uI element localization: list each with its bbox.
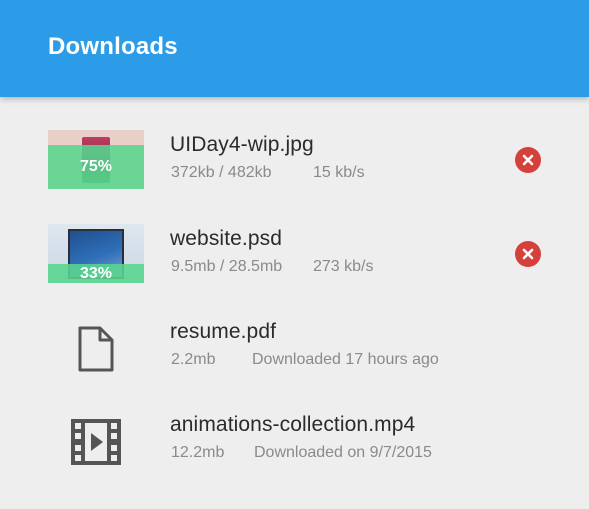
page-title: Downloads [48, 33, 178, 60]
download-item[interactable]: animations-collection.mp4 12.2mb Downloa… [0, 392, 589, 472]
cancel-icon [522, 248, 534, 260]
cancel-button[interactable] [515, 241, 541, 267]
file-size: 2.2mb [171, 351, 216, 368]
file-name: UIDay4-wip.jpg [170, 133, 314, 156]
file-name: resume.pdf [170, 320, 277, 343]
downloads-app: Downloads 75% UIDay4-wip.jpg 372kb / 482… [0, 0, 589, 509]
cancel-icon [522, 154, 534, 166]
progress-percent: 33% [79, 265, 113, 282]
app-header: Downloads [0, 0, 589, 97]
download-speed: 273 kb/s [313, 258, 374, 275]
download-item[interactable]: 75% UIDay4-wip.jpg 372kb / 482kb 15 kb/s [0, 112, 589, 192]
cancel-button[interactable] [515, 147, 541, 173]
file-size: 372kb / 482kb [171, 164, 272, 181]
document-icon [60, 321, 132, 377]
download-item[interactable]: 33% website.psd 9.5mb / 28.5mb 273 kb/s [0, 206, 589, 286]
progress-percent: 75% [79, 158, 113, 175]
download-status: Downloaded on 9/7/2015 [254, 444, 432, 461]
download-status: Downloaded 17 hours ago [252, 351, 439, 368]
video-icon [60, 414, 132, 470]
file-name: animations-collection.mp4 [170, 413, 416, 436]
file-size: 12.2mb [171, 444, 225, 461]
download-item[interactable]: resume.pdf 2.2mb Downloaded 17 hours ago [0, 299, 589, 379]
file-name: website.psd [170, 227, 282, 250]
image-thumbnail: 33% [48, 224, 144, 283]
download-speed: 15 kb/s [313, 164, 365, 181]
image-thumbnail: 75% [48, 130, 144, 189]
file-size: 9.5mb / 28.5mb [171, 258, 283, 275]
